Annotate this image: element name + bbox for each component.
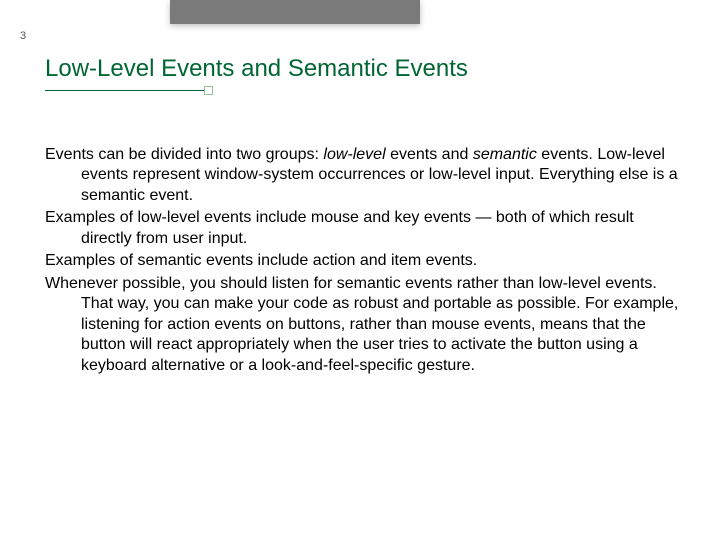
paragraph-1: Events can be divided into two groups: l… <box>45 145 685 206</box>
p1-text-a: Events can be divided into two groups: <box>45 146 323 163</box>
title-underline <box>45 90 205 91</box>
title-accent-square-icon <box>204 86 213 95</box>
p1-text-b: events and <box>386 146 473 163</box>
slide-title: Low-Level Events and Semantic Events <box>45 55 468 83</box>
paragraph-4: Whenever possible, you should listen for… <box>45 274 685 376</box>
title-accent-bar <box>170 0 420 24</box>
page-number: 3 <box>20 30 26 42</box>
p1-italic-2: semantic <box>473 146 537 163</box>
paragraph-3: Examples of semantic events include acti… <box>45 251 685 271</box>
p1-italic-1: low-level <box>323 146 385 163</box>
slide: 3 Low-Level Events and Semantic Events E… <box>0 0 720 540</box>
body-text: Events can be divided into two groups: l… <box>45 145 685 378</box>
paragraph-2: Examples of low-level events include mou… <box>45 208 685 249</box>
